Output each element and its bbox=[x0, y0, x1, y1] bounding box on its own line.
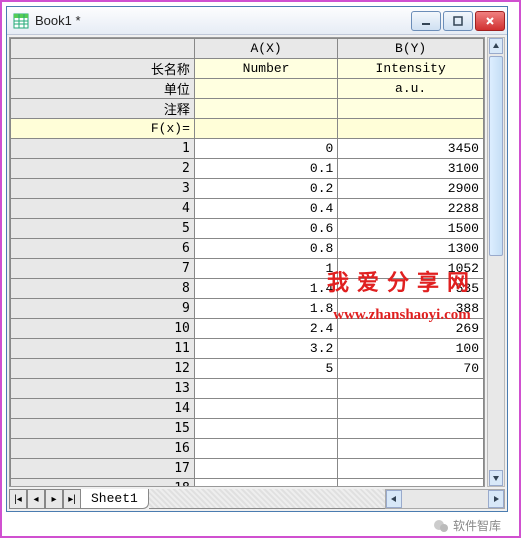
row-header[interactable]: 7 bbox=[11, 259, 195, 279]
workbook-window: Book1 * A(X) B(Y) 长名称 Number bbox=[6, 6, 508, 512]
sheet-nav-next[interactable]: ▸ bbox=[45, 489, 63, 509]
titlebar[interactable]: Book1 * bbox=[7, 7, 507, 35]
row-header[interactable]: 15 bbox=[11, 419, 195, 439]
cell[interactable] bbox=[194, 439, 337, 459]
cell[interactable]: 3450 bbox=[338, 139, 484, 159]
row-header[interactable]: 11 bbox=[11, 339, 195, 359]
row-header[interactable]: 12 bbox=[11, 359, 195, 379]
cell[interactable] bbox=[194, 459, 337, 479]
sheet-nav-prev[interactable]: ◂ bbox=[27, 489, 45, 509]
row-header[interactable]: 1 bbox=[11, 139, 195, 159]
comment-label: 注释 bbox=[11, 99, 195, 119]
comment-a[interactable] bbox=[194, 99, 337, 119]
sheet-nav-last[interactable]: ▸| bbox=[63, 489, 81, 509]
tab-strip bbox=[149, 489, 385, 509]
unit-b[interactable]: a.u. bbox=[338, 79, 484, 99]
cell[interactable]: 3.2 bbox=[194, 339, 337, 359]
cell[interactable]: 1.4 bbox=[194, 279, 337, 299]
row-header[interactable]: 17 bbox=[11, 459, 195, 479]
cell[interactable]: 5 bbox=[194, 359, 337, 379]
cell[interactable]: 1300 bbox=[338, 239, 484, 259]
longname-b[interactable]: Intensity bbox=[338, 59, 484, 79]
scroll-left-button[interactable] bbox=[386, 490, 402, 508]
fx-b[interactable] bbox=[338, 119, 484, 139]
cell[interactable]: 3100 bbox=[338, 159, 484, 179]
cell[interactable]: 0.2 bbox=[194, 179, 337, 199]
row-header[interactable]: 16 bbox=[11, 439, 195, 459]
sheet-tab[interactable]: Sheet1 bbox=[80, 489, 149, 509]
cell[interactable]: 0.8 bbox=[194, 239, 337, 259]
footer-text: 软件智库 bbox=[453, 517, 501, 534]
cell[interactable]: 2900 bbox=[338, 179, 484, 199]
unit-label: 单位 bbox=[11, 79, 195, 99]
cell[interactable]: 1 bbox=[194, 259, 337, 279]
cell[interactable]: 2288 bbox=[338, 199, 484, 219]
cell[interactable] bbox=[338, 379, 484, 399]
cell[interactable]: 388 bbox=[338, 299, 484, 319]
close-button[interactable] bbox=[475, 11, 505, 31]
column-header-a[interactable]: A(X) bbox=[194, 39, 337, 59]
row-header[interactable]: 18 bbox=[11, 479, 195, 488]
longname-label: 长名称 bbox=[11, 59, 195, 79]
minimize-button[interactable] bbox=[411, 11, 441, 31]
row-header[interactable]: 4 bbox=[11, 199, 195, 219]
comment-b[interactable] bbox=[338, 99, 484, 119]
cell[interactable]: 269 bbox=[338, 319, 484, 339]
row-header[interactable]: 14 bbox=[11, 399, 195, 419]
cell[interactable]: 1052 bbox=[338, 259, 484, 279]
worksheet-grid[interactable]: A(X) B(Y) 长名称 Number Intensity 单位 a.u. bbox=[9, 37, 485, 487]
column-header-b[interactable]: B(Y) bbox=[338, 39, 484, 59]
cell[interactable]: 1.8 bbox=[194, 299, 337, 319]
cell[interactable] bbox=[194, 479, 337, 488]
cell[interactable] bbox=[338, 479, 484, 488]
row-header[interactable]: 9 bbox=[11, 299, 195, 319]
vertical-scrollbar[interactable] bbox=[487, 37, 505, 487]
cell[interactable]: 70 bbox=[338, 359, 484, 379]
row-header[interactable]: 5 bbox=[11, 219, 195, 239]
cell[interactable] bbox=[338, 459, 484, 479]
cell[interactable]: 0.1 bbox=[194, 159, 337, 179]
corner-cell[interactable] bbox=[11, 39, 195, 59]
cell[interactable] bbox=[194, 419, 337, 439]
cell[interactable]: 535 bbox=[338, 279, 484, 299]
row-header[interactable]: 10 bbox=[11, 319, 195, 339]
row-header[interactable]: 13 bbox=[11, 379, 195, 399]
cell[interactable]: 0.4 bbox=[194, 199, 337, 219]
row-header[interactable]: 3 bbox=[11, 179, 195, 199]
cell[interactable] bbox=[338, 399, 484, 419]
cell[interactable]: 2.4 bbox=[194, 319, 337, 339]
cell[interactable] bbox=[194, 399, 337, 419]
wechat-icon bbox=[433, 518, 449, 534]
scroll-down-button[interactable] bbox=[489, 470, 503, 486]
maximize-button[interactable] bbox=[443, 11, 473, 31]
cell[interactable]: 0 bbox=[194, 139, 337, 159]
scroll-right-button[interactable] bbox=[488, 490, 504, 508]
workbook-icon bbox=[13, 13, 29, 29]
fx-a[interactable] bbox=[194, 119, 337, 139]
horizontal-scrollbar[interactable] bbox=[385, 489, 505, 509]
cell[interactable] bbox=[338, 439, 484, 459]
sheet-nav-first[interactable]: |◂ bbox=[9, 489, 27, 509]
footer-logo: 软件智库 bbox=[433, 517, 501, 534]
window-title: Book1 * bbox=[35, 13, 411, 28]
scroll-up-button[interactable] bbox=[489, 38, 503, 54]
unit-a[interactable] bbox=[194, 79, 337, 99]
longname-a[interactable]: Number bbox=[194, 59, 337, 79]
scroll-thumb[interactable] bbox=[489, 56, 503, 256]
cell[interactable]: 100 bbox=[338, 339, 484, 359]
row-header[interactable]: 8 bbox=[11, 279, 195, 299]
cell[interactable] bbox=[338, 419, 484, 439]
row-header[interactable]: 2 bbox=[11, 159, 195, 179]
cell[interactable] bbox=[194, 379, 337, 399]
cell[interactable]: 1500 bbox=[338, 219, 484, 239]
cell[interactable]: 0.6 bbox=[194, 219, 337, 239]
fx-label: F(x)= bbox=[11, 119, 195, 139]
row-header[interactable]: 6 bbox=[11, 239, 195, 259]
